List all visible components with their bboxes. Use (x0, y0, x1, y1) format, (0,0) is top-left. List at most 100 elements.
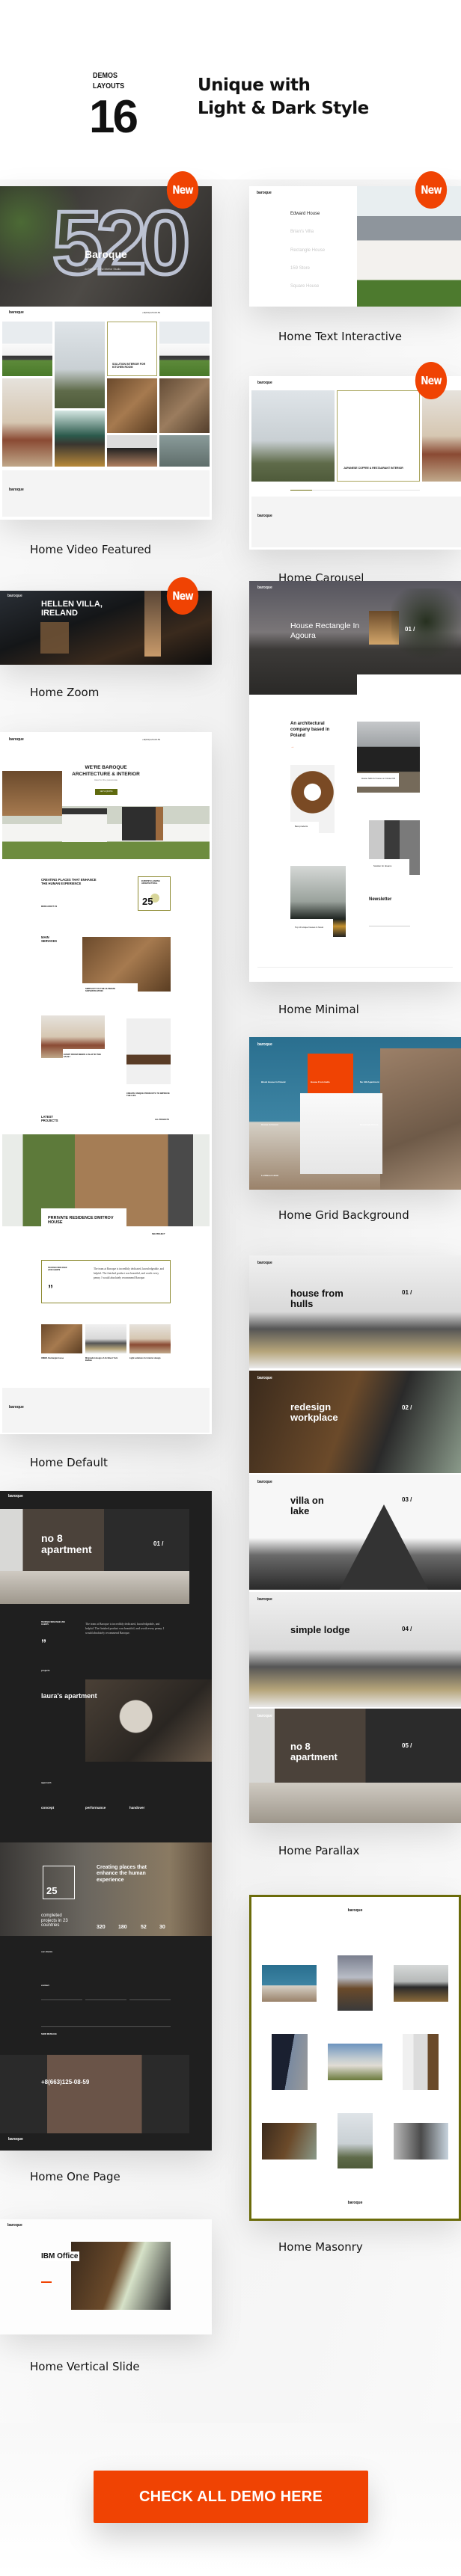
masonry-image[interactable] (338, 2113, 373, 2168)
demo-label-text-interactive[interactable]: Home Text Interactive (278, 330, 402, 343)
new-badge: New (415, 362, 448, 399)
arrow-icon[interactable]: → (290, 745, 294, 750)
demo-card-grid-background[interactable]: baroque Block House In Poland House From… (249, 1037, 461, 1190)
demos-kicker: DEMOS (93, 72, 118, 80)
list-item[interactable]: Rectangle House (290, 248, 325, 253)
all-projects-link[interactable]: ALL PROJECTS (155, 1119, 169, 1122)
masonry-image[interactable] (394, 1965, 448, 2002)
demo-card-default[interactable]: baroque +8(663)125-08-59 WE'RE BAROQUE A… (0, 732, 212, 1434)
demo-label-grid-background[interactable]: Home Grid Background (278, 1208, 409, 1222)
masonry-image[interactable] (262, 1965, 317, 2002)
project-title: House hulls for house on Cruiser hill (361, 777, 395, 780)
grid-tile[interactable]: No 108 Apartment (360, 1080, 379, 1083)
grid-image (55, 322, 105, 408)
logo[interactable]: baroque (257, 1714, 272, 1719)
post-title[interactable]: OMBR. Rectangle house (41, 1357, 64, 1360)
masonry-image[interactable] (338, 1955, 373, 2011)
grid-tile[interactable]: House In Forest (261, 1123, 278, 1126)
years-box: 25 (43, 1866, 75, 1899)
post-title[interactable]: Minimalist design of Architect York Buff… (85, 1357, 124, 1362)
masonry-image[interactable] (272, 2034, 308, 2090)
logo[interactable]: baroque (257, 585, 272, 591)
grid-tile[interactable]: La Maison Hotel (261, 1174, 278, 1177)
project-caption: PRRIVATE RESIDENCE DMITROV HOUSE (41, 1208, 126, 1243)
list-item[interactable]: Edward House (290, 212, 320, 217)
grid-tile-active[interactable]: House From Hulls (308, 1054, 353, 1093)
footer-logo: baroque (8, 2137, 23, 2142)
phone: +8(663)125-08-59 (142, 738, 161, 741)
about-link[interactable]: MORE ABOUT US (41, 906, 57, 909)
demo-label-minimal[interactable]: Home Minimal (278, 1003, 359, 1016)
demo-label-video-featured[interactable]: Home Video Featured (30, 543, 151, 556)
testimonial-box: TRUSTED FROM OVER 2,500 CLIENTS ” The te… (41, 1260, 171, 1303)
check-all-demo-button[interactable]: CHECK ALL DEMO HERE (94, 2471, 368, 2523)
logo[interactable]: baroque (257, 1480, 272, 1485)
demo-card-masonry[interactable]: baroque baroque (249, 1895, 461, 2221)
clients-title: our clients (41, 1950, 53, 1953)
about-image (0, 1842, 212, 1936)
logo[interactable]: baroque (257, 191, 272, 196)
demo-card-one-page[interactable]: baroque no 8 apartment 01 / TRUSTED FROM… (0, 1491, 212, 2151)
demo-label-default[interactable]: Home Default (30, 1456, 108, 1469)
logo[interactable]: baroque (8, 1494, 23, 1499)
masonry-image[interactable] (394, 2123, 448, 2160)
site-footer: baroque (2, 1388, 210, 1433)
door-light (144, 591, 161, 657)
get-quote-button[interactable]: GET A QUOTE (95, 789, 117, 795)
masonry-image[interactable] (328, 2044, 382, 2080)
logo[interactable]: baroque (9, 310, 24, 316)
demo-card-parallax[interactable]: baroque house from hulls 01 / baroque re… (249, 1255, 461, 1823)
demo-label-masonry[interactable]: Home Masonry (278, 2240, 363, 2254)
logo[interactable]: baroque (7, 2223, 22, 2228)
post-thumb[interactable] (85, 1324, 126, 1353)
demo-label-zoom[interactable]: Home Zoom (30, 686, 99, 699)
grid-image (2, 322, 52, 376)
window-light (40, 622, 69, 654)
hero-title-line2: ARCHITECTURE & INTERIOR (72, 772, 140, 777)
projects-title: projects (41, 1669, 50, 1672)
years-number: 25 (142, 896, 153, 907)
list-item[interactable]: Brian's Villa (290, 230, 314, 235)
name-field[interactable] (41, 1999, 82, 2000)
demo-card-minimal[interactable]: baroque House Rectangle In Agoura 01 / A… (249, 581, 461, 982)
parallax-slide: baroque simple lodge 04 / (249, 1592, 461, 1707)
masonry-image[interactable] (262, 2123, 317, 2160)
post-thumb[interactable] (129, 1324, 171, 1353)
demo-label-vertical-slide[interactable]: Home Vertical Slide (30, 2360, 140, 2373)
logo[interactable]: baroque (9, 737, 24, 743)
demo-card-carousel[interactable]: baroque JAPANESE COFFEE & RESTAURANT INT… (249, 376, 461, 550)
new-badge: New (166, 577, 199, 615)
grid-image (159, 322, 210, 376)
send-message-button[interactable]: SEND MESSAGE (41, 2033, 57, 2036)
phone-field[interactable] (129, 1999, 171, 2000)
logo[interactable]: baroque (7, 594, 22, 599)
slide-title: redesign workplace (290, 1401, 338, 1424)
demo-label-parallax[interactable]: Home Parallax (278, 1844, 359, 1857)
stat-value: 320 (97, 1925, 106, 1930)
email-field[interactable] (85, 1999, 126, 2000)
slide-link[interactable] (41, 2281, 52, 2283)
grid-tile[interactable]: Rectangle House (360, 1123, 378, 1126)
grid-tile[interactable]: Block House In Poland (261, 1080, 286, 1083)
logo[interactable]: baroque (257, 381, 272, 386)
logo[interactable]: baroque (257, 1597, 272, 1602)
demo-card-video-featured[interactable]: 520 Baroque Architecture and Interior St… (0, 186, 212, 520)
masonry-image[interactable] (403, 2034, 439, 2090)
hero-subtitle: Ideal for the passionate (94, 778, 118, 781)
step-title: concept (41, 1806, 55, 1810)
demo-label-one-page[interactable]: Home One Page (30, 2170, 120, 2183)
stat-value: 30 (159, 1925, 165, 1930)
logo[interactable]: baroque (257, 1042, 272, 1048)
post-thumb[interactable] (41, 1324, 82, 1353)
slide-image (71, 2242, 171, 2310)
quote-icon: ” (48, 1282, 53, 1294)
post-title[interactable]: Light solutions for interior design (129, 1357, 161, 1360)
list-item[interactable]: Square House (290, 284, 319, 289)
list-item[interactable]: 159 Store (290, 266, 310, 271)
logo[interactable]: baroque (257, 1261, 272, 1266)
see-project-link[interactable]: SEE PROJECT (152, 1233, 165, 1236)
demo-card-vertical-slide[interactable]: baroque IBM Office (0, 2219, 212, 2334)
logo[interactable]: baroque (251, 1908, 459, 1913)
logo[interactable]: baroque (257, 1376, 272, 1381)
message-field[interactable] (41, 2026, 171, 2027)
